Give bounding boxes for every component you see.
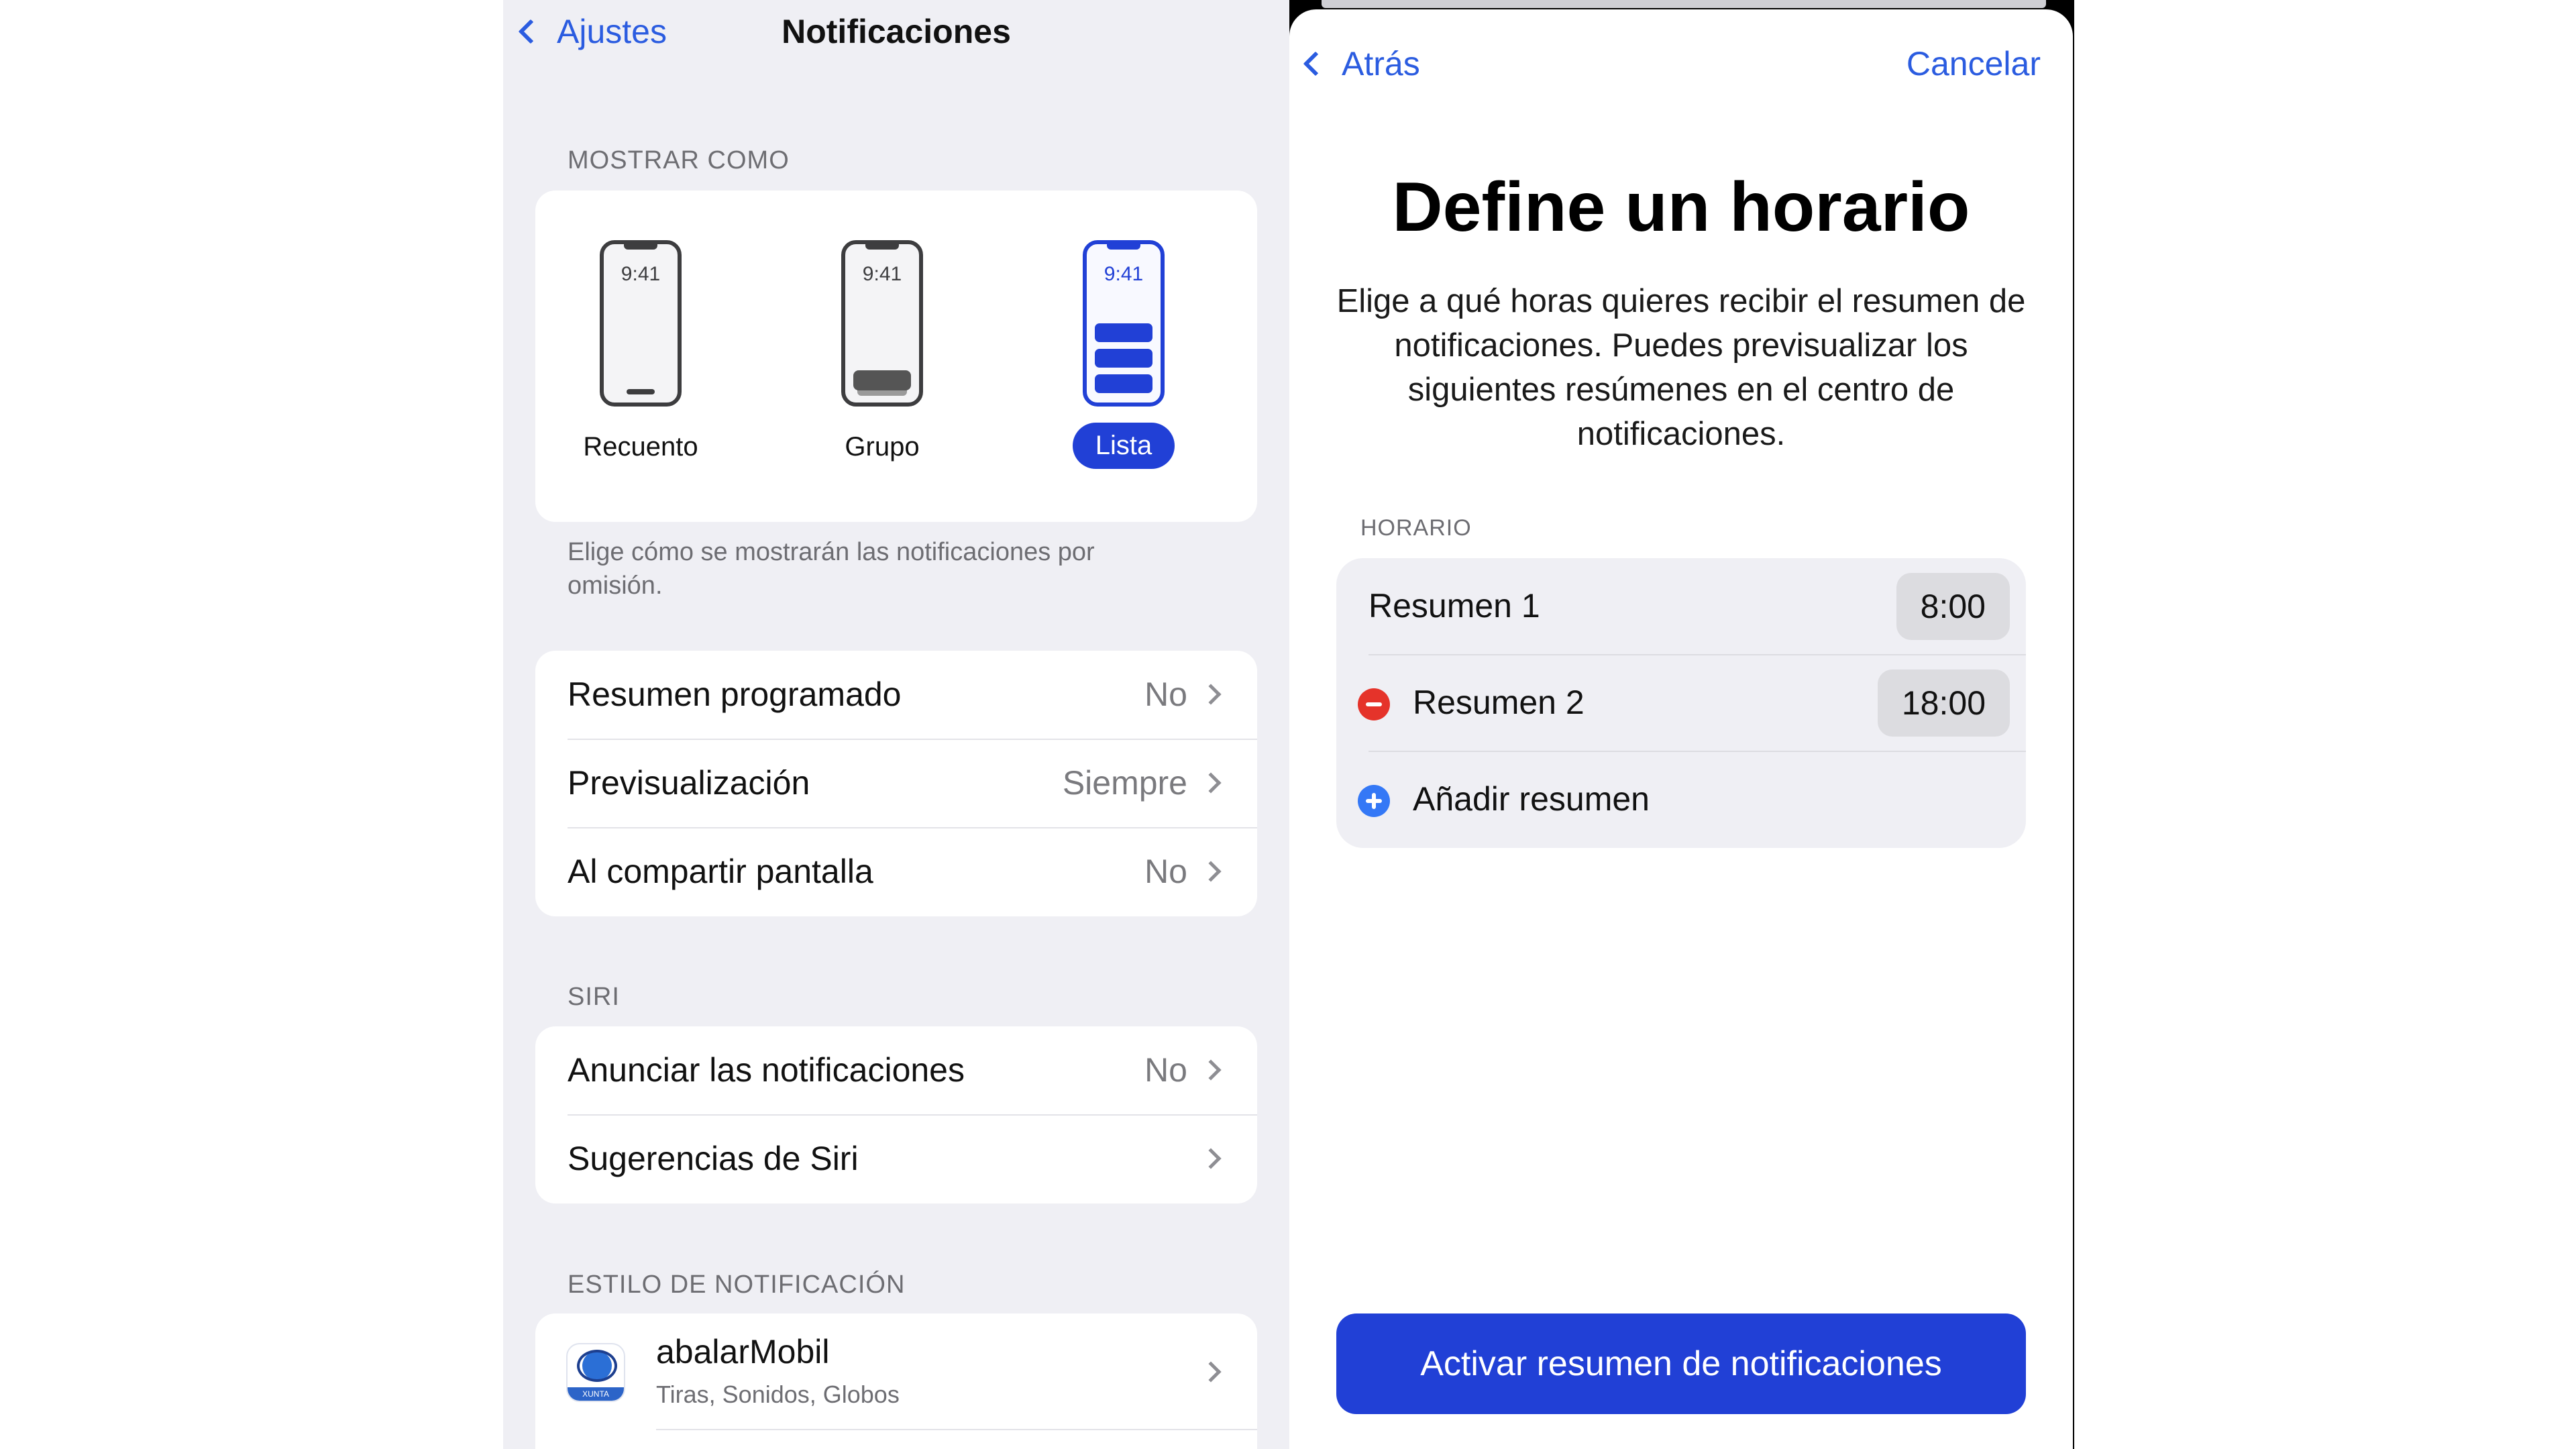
chevron-right-icon	[1200, 1148, 1222, 1169]
chevron-right-icon	[1200, 684, 1222, 705]
row-app-abalarmobil[interactable]: XUNTA abalarMobil Tiras, Sonidos, Globos	[535, 1313, 1257, 1429]
schedule-label: Resumen 1	[1368, 587, 1540, 625]
show-as-footer: Elige cómo se mostrarán las notificacion…	[568, 538, 1095, 600]
schedule-label: Resumen 2	[1413, 684, 1585, 721]
add-icon	[1358, 785, 1390, 817]
time-picker-1[interactable]: 8:00	[1896, 573, 2010, 640]
time-picker-2[interactable]: 18:00	[1877, 669, 2010, 737]
row-resumen-programado[interactable]: Resumen programado No	[535, 651, 1257, 739]
add-summary-row[interactable]: Añadir resumen	[1336, 751, 2026, 848]
row-sugerencias-siri[interactable]: Sugerencias de Siri	[535, 1115, 1257, 1203]
show-as-card: 9:41 Recuento 9:41 Grupo 9:41 Lista	[535, 191, 1257, 522]
schedule-list: Resumen 1 8:00 Resumen 2 18:00 Añadir re…	[1336, 558, 2026, 848]
screenshot-stage: Ajustes Notificaciones MOSTRAR COMO 9:41…	[0, 0, 2576, 1449]
underlying-sheet-edge	[1322, 0, 2046, 8]
show-as-option-recuento[interactable]: 9:41 Recuento	[564, 191, 718, 462]
cancel-button[interactable]: Cancelar	[1907, 44, 2041, 83]
remove-icon[interactable]	[1358, 688, 1390, 720]
phone-list-icon: 9:41	[1083, 240, 1165, 407]
row-previsualizacion[interactable]: Previsualización Siempre	[535, 739, 1257, 828]
sheet-description: Elige a qué horas quieres recibir el res…	[1336, 283, 2026, 452]
row-compartir-pantalla[interactable]: Al compartir pantalla No	[535, 828, 1257, 916]
option-label: Recuento	[583, 432, 698, 462]
phone-stack-icon: 9:41	[841, 240, 923, 407]
section-header-show-as: MOSTRAR COMO	[568, 146, 790, 174]
option-label: Grupo	[845, 432, 920, 462]
chevron-right-icon	[1200, 861, 1222, 882]
show-as-option-grupo[interactable]: 9:41 Grupo	[805, 191, 959, 462]
notification-style-card: XUNTA abalarMobil Tiras, Sonidos, Globos	[535, 1313, 1257, 1449]
notifications-settings-panel: Ajustes Notificaciones MOSTRAR COMO 9:41…	[503, 0, 1289, 1449]
option-label-selected: Lista	[1072, 423, 1175, 469]
settings-card: Resumen programado No Previsualización S…	[535, 651, 1257, 916]
nav-bar: Ajustes Notificaciones	[503, 0, 1289, 74]
page-title: Notificaciones	[782, 13, 1011, 50]
section-header-siri: SIRI	[568, 983, 620, 1011]
schedule-row-1: Resumen 1 8:00	[1336, 558, 2026, 655]
add-summary-label: Añadir resumen	[1413, 780, 1650, 818]
abalar-app-icon: XUNTA	[566, 1343, 625, 1402]
section-header-horario: HORARIO	[1360, 515, 1472, 541]
chevron-right-icon	[1200, 772, 1222, 794]
sheet-title: Define un horario	[1392, 168, 1970, 246]
section-header-notification-style: ESTILO DE NOTIFICACIÓN	[568, 1271, 906, 1299]
activate-summary-button[interactable]: Activar resumen de notificaciones	[1336, 1313, 2026, 1414]
app-detail: Tiras, Sonidos, Globos	[656, 1381, 900, 1408]
siri-card: Anunciar las notificaciones No Sugerenci…	[535, 1026, 1257, 1203]
back-button-atras[interactable]: Atrás	[1303, 44, 1420, 83]
chevron-left-icon	[1303, 51, 1328, 76]
schedule-sheet: Atrás Cancelar Define un horario Elige a…	[1289, 9, 2073, 1449]
show-as-option-lista[interactable]: 9:41 Lista	[1046, 191, 1201, 469]
phone-count-icon: 9:41	[600, 240, 682, 407]
chevron-right-icon	[1200, 1361, 1222, 1383]
chevron-right-icon	[1200, 1059, 1222, 1081]
schedule-row-2: Resumen 2 18:00	[1336, 655, 2026, 751]
row-anunciar-notificaciones[interactable]: Anunciar las notificaciones No	[535, 1026, 1257, 1115]
